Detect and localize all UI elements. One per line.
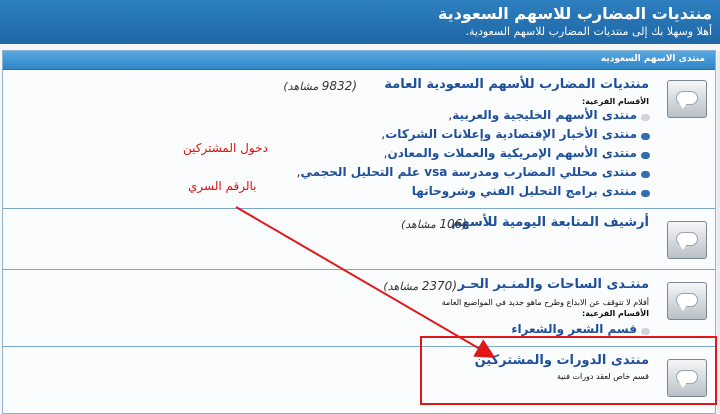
- subforum-icon: [641, 190, 650, 197]
- welcome-message: أهلا وسهلا بك إلى منتديات المضارب للاسهم…: [465, 25, 712, 38]
- annotation-text: بالرقم السري: [188, 179, 257, 193]
- subforums-label: الأقسام الفرعية:: [582, 309, 649, 318]
- forum-views: (9832 مشاهد): [283, 79, 357, 93]
- site-title[interactable]: منتديات المضارب للاسهم السعودية: [438, 4, 712, 23]
- forum-row: منتديات المضارب للأسهم السعودية العامة (…: [3, 70, 715, 209]
- subforum-link[interactable]: قسم الشعر والشعراء: [511, 322, 650, 336]
- category-header[interactable]: منتدى الاسهم السعوديه: [3, 51, 715, 70]
- subforum-icon: [641, 171, 650, 178]
- forum-status-icon: [667, 80, 707, 118]
- forum-row: أرشيف المتابعة اليومية للأسهم (106 مشاهد…: [3, 209, 715, 270]
- forum-views: (2370 مشاهد): [383, 279, 457, 293]
- forum-title[interactable]: أرشيف المتابعة اليومية للأسهم: [451, 215, 649, 230]
- annotation-text: دخول المشتركين: [183, 141, 268, 155]
- subforum-link[interactable]: منتدى الأسهم الخليجية والعربية,: [448, 108, 650, 122]
- forum-status-icon: [667, 282, 707, 320]
- subforum-icon: [641, 114, 650, 121]
- highlight-box: [420, 336, 717, 405]
- forum-views: (106 مشاهد): [400, 217, 467, 231]
- subforums-label: الأقسام الفرعية:: [582, 97, 649, 106]
- forum-description: أقلام لا تتوقف عن الابداع وطرح ماهو جديد…: [441, 298, 649, 307]
- forum-status-icon: [667, 221, 707, 259]
- forum-title[interactable]: منتـدى الساحات والمنـبر الحـر: [458, 277, 649, 292]
- subforum-icon: [641, 328, 650, 335]
- subforum-link[interactable]: منتدى برامج التحليل الفني وشروحاتها: [412, 184, 650, 198]
- category-title[interactable]: منتدى الاسهم السعوديه: [601, 54, 705, 64]
- subforum-link[interactable]: منتدى محللي المضارب ومدرسة vsa علم التحل…: [297, 165, 650, 179]
- forum-title[interactable]: منتديات المضارب للأسهم السعودية العامة: [384, 77, 649, 92]
- subforum-icon: [641, 133, 650, 140]
- subforum-link[interactable]: منتدى الأخبار الإقتصادية وإعلانات الشركا…: [381, 127, 650, 141]
- subforum-icon: [641, 152, 650, 159]
- subforum-link[interactable]: منتدى الأسهم الإمريكية والعملات والمعادن…: [384, 146, 650, 160]
- site-header: منتديات المضارب للاسهم السعودية أهلا وسه…: [0, 0, 720, 44]
